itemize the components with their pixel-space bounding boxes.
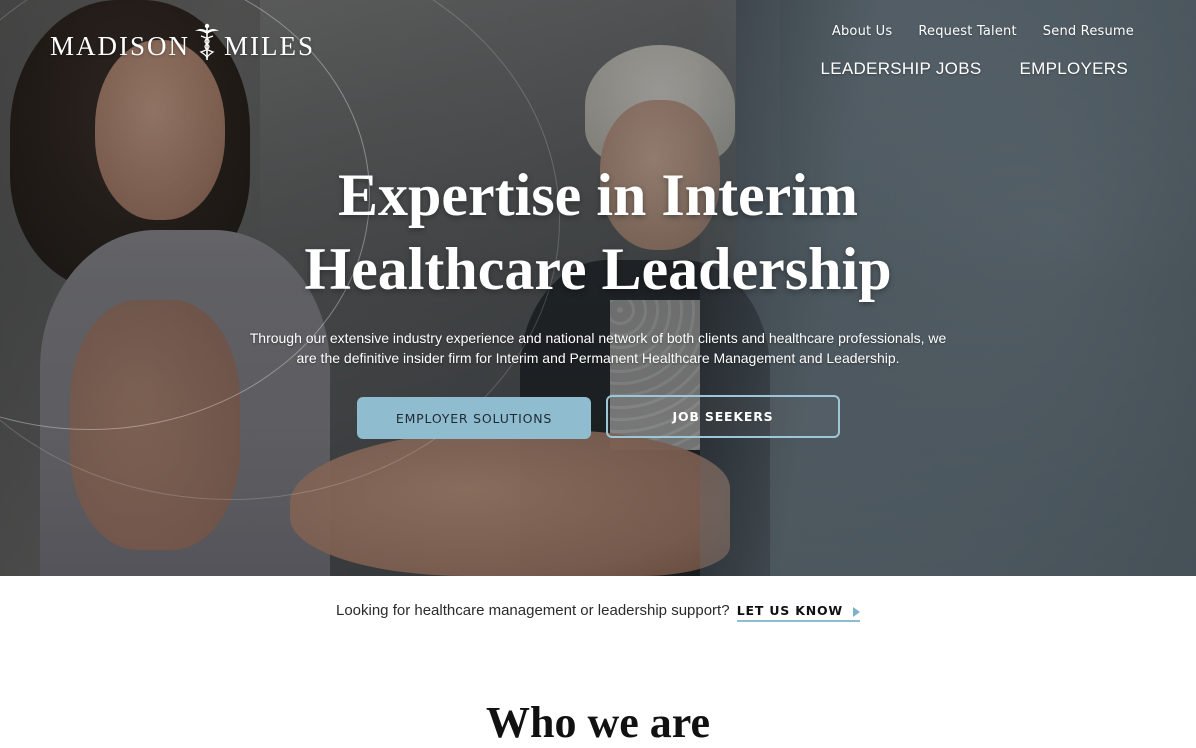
job-seekers-button[interactable]: JOB SEEKERS xyxy=(606,395,840,438)
hero-subtitle-line-2: are the definitive insider firm for Inte… xyxy=(296,350,900,366)
nav-link-leadership-jobs[interactable]: LEADERSHIP JOBS xyxy=(820,59,981,79)
logo-text-left: MADISON xyxy=(50,30,191,61)
site-logo[interactable]: MADISON MILES xyxy=(50,23,316,62)
let-us-know-link[interactable]: LET US KNOW xyxy=(736,603,860,622)
support-cta-text: Looking for healthcare management or lea… xyxy=(335,602,730,619)
hero-subtitle: Through our extensive industry experienc… xyxy=(248,328,948,368)
utility-nav: About Us Request Talent Send Resume xyxy=(832,24,1134,39)
caduceus-icon xyxy=(195,23,220,60)
logo-text-right: MILES xyxy=(224,30,316,61)
nav-link-send-resume[interactable]: Send Resume xyxy=(1043,24,1134,39)
who-we-are-heading: Who we are xyxy=(485,698,711,747)
hero-title: Expertise in Interim Healthcare Leadersh… xyxy=(198,158,998,306)
hero-title-line-1: Expertise in Interim xyxy=(338,162,858,228)
let-us-know-label: LET US KNOW xyxy=(736,603,843,618)
hero-title-line-2: Healthcare Leadership xyxy=(304,236,892,302)
support-cta: Looking for healthcare management or lea… xyxy=(0,602,1196,622)
nav-link-request-talent[interactable]: Request Talent xyxy=(918,24,1016,39)
nav-link-about-us[interactable]: About Us xyxy=(832,24,892,39)
hero-subtitle-line-1: Through our extensive industry experienc… xyxy=(249,330,947,346)
main-nav: LEADERSHIP JOBS EMPLOYERS xyxy=(820,59,1128,79)
hero-section: MADISON MILES About Us Request Talent Se… xyxy=(0,0,1196,576)
employer-solutions-button[interactable]: EMPLOYER SOLUTIONS xyxy=(357,397,591,439)
nav-link-employers[interactable]: EMPLOYERS xyxy=(1019,59,1128,79)
arrow-right-icon xyxy=(853,606,860,617)
